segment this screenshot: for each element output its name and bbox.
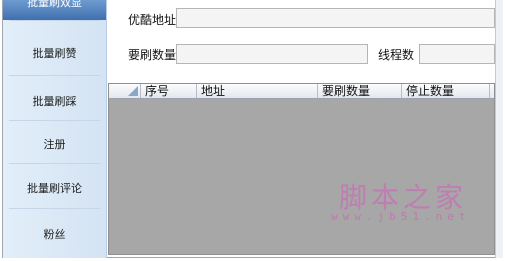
url-input[interactable] bbox=[176, 8, 495, 28]
sidebar-item-label: 批量刷双显 bbox=[27, 0, 82, 9]
grid-header: 序号 地址 要刷数量 停止数量 bbox=[109, 84, 494, 99]
column-header-count[interactable]: 要刷数量 bbox=[318, 84, 402, 98]
threads-input[interactable] bbox=[419, 44, 495, 64]
watermark-url: www.jb51.net bbox=[331, 210, 471, 223]
sidebar-item-like[interactable]: 批量刷赞 bbox=[3, 45, 106, 61]
sidebar-item-label: 批量刷赞 bbox=[32, 47, 77, 60]
sidebar-item-label: 粉丝 bbox=[43, 228, 66, 241]
sidebar-divider bbox=[9, 163, 100, 164]
column-header-index[interactable]: 序号 bbox=[141, 84, 197, 98]
column-header-stop[interactable]: 停止数量 bbox=[402, 84, 490, 98]
threads-label: 线程数 bbox=[378, 48, 415, 62]
sidebar-divider bbox=[9, 208, 100, 209]
sidebar-item-label: 批量刷踩 bbox=[32, 95, 77, 108]
count-label: 要刷数量 bbox=[128, 48, 177, 62]
column-header-url[interactable]: 地址 bbox=[197, 84, 318, 98]
sidebar-item-comment[interactable]: 批量刷评论 bbox=[3, 180, 106, 196]
url-label: 优酷地址 bbox=[128, 13, 177, 27]
select-all-icon bbox=[128, 86, 138, 96]
sidebar-item-label: 批量刷评论 bbox=[27, 182, 82, 195]
right-edge-strip bbox=[495, 0, 503, 258]
sidebar-item-dislike[interactable]: 批量刷踩 bbox=[3, 93, 106, 109]
sidebar-item-register[interactable]: 注册 bbox=[3, 136, 106, 152]
sidebar-divider bbox=[9, 75, 100, 76]
sidebar-item-label: 注册 bbox=[43, 138, 66, 151]
count-input[interactable] bbox=[176, 44, 368, 64]
grid-corner[interactable] bbox=[109, 84, 141, 98]
sidebar-item-fans[interactable]: 粉丝 bbox=[3, 226, 106, 242]
sidebar-item-active[interactable]: 批量刷双显 bbox=[3, 0, 106, 20]
task-grid[interactable]: 序号 地址 要刷数量 停止数量 bbox=[108, 83, 495, 255]
sidebar: 批量刷双显 批量刷赞 批量刷踩 注册 批量刷评论 粉丝 bbox=[3, 0, 107, 258]
sidebar-divider bbox=[9, 20, 100, 21]
sidebar-divider bbox=[9, 120, 100, 121]
